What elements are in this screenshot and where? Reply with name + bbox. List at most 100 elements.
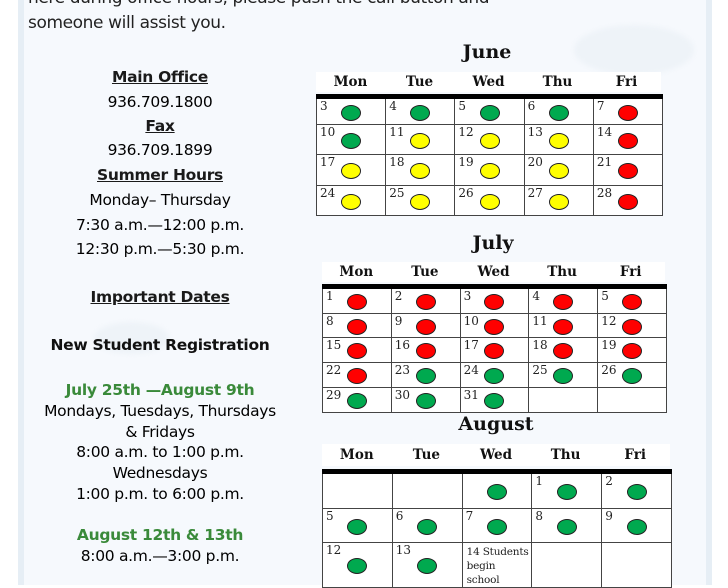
calendar-day-cell: 18 bbox=[386, 155, 456, 185]
day-number: 19 bbox=[601, 338, 617, 352]
day-number: 12 bbox=[458, 125, 474, 139]
status-green-dot-icon bbox=[417, 518, 438, 535]
day-number: 29 bbox=[326, 388, 342, 402]
calendar-day-cell: 5 bbox=[455, 99, 525, 124]
day-number: 19 bbox=[458, 155, 474, 169]
weekday-label: Fri bbox=[624, 447, 646, 463]
calendar-day-cell: 6 bbox=[525, 99, 594, 124]
status-red-dot-icon bbox=[346, 367, 367, 384]
day-number: 24 bbox=[320, 186, 336, 200]
main-office-heading: Main Office bbox=[111, 68, 208, 86]
status-yellow-dot-icon bbox=[341, 162, 362, 179]
status-green-dot-icon bbox=[415, 367, 436, 384]
day-number: 26 bbox=[458, 186, 474, 200]
weekday-label: Fri bbox=[615, 74, 638, 90]
status-green-dot-icon bbox=[556, 518, 577, 535]
status-red-dot-icon bbox=[346, 318, 367, 335]
calendar-day-cell: 24 bbox=[317, 186, 387, 215]
day-number: 31 bbox=[463, 388, 479, 402]
calendar-day-cell: 13 bbox=[393, 543, 463, 587]
calendar-day-cell: 21 bbox=[594, 155, 664, 185]
status-green-dot-icon bbox=[341, 104, 362, 121]
day-number: 7 bbox=[596, 99, 605, 113]
calendar-day-cell: 4 bbox=[529, 289, 599, 313]
registration-period1-days: Mondays, Tuesdays, Thursdays bbox=[44, 402, 276, 420]
calendar-week-row: 24 25 26 27 28 bbox=[317, 185, 664, 215]
weekday-label: Wed bbox=[479, 447, 513, 463]
calendar-grid: 1 2 3 4 5 8 9 10 11 12 15 16 17 18 19 22 23 24 25 26 29 30 31 bbox=[322, 289, 667, 413]
calendar-week-row: 17 18 19 20 21 bbox=[317, 154, 664, 185]
status-green-dot-icon bbox=[347, 557, 368, 574]
status-yellow-dot-icon bbox=[410, 132, 431, 149]
calendar-week-row: 10 11 12 13 14 bbox=[317, 124, 664, 154]
day-number: 11 bbox=[532, 314, 548, 328]
calendar-day-cell: 12 bbox=[323, 543, 393, 587]
calendar-day-cell: 23 bbox=[392, 363, 461, 387]
calendar-day-cell: 10 bbox=[317, 125, 387, 154]
calendar-grid: 3 4 5 6 7 10 11 12 13 14 17 18 19 20 21 24 25 26 27 28 bbox=[316, 99, 664, 216]
status-red-dot-icon bbox=[346, 342, 367, 359]
calendar-june-title: June bbox=[462, 41, 512, 63]
calendar-day-cell: 20 bbox=[525, 155, 594, 185]
calendar-week-row: 8 9 10 11 12 bbox=[323, 313, 667, 337]
calendar-day-cell: 9 bbox=[602, 509, 672, 542]
summer-days: Monday– Thursday bbox=[89, 191, 231, 209]
status-yellow-dot-icon bbox=[479, 193, 500, 210]
status-green-dot-icon bbox=[548, 104, 569, 121]
day-number: 5 bbox=[601, 289, 609, 303]
summer-hours-morning: 7:30 a.m.—12:00 p.m. bbox=[75, 216, 245, 234]
calendar-day-cell: 24 bbox=[461, 363, 530, 387]
calendar-day-cell: 12 bbox=[598, 314, 667, 337]
day-number: 2 bbox=[394, 289, 403, 303]
day-number: 30 bbox=[394, 388, 411, 402]
intro-text-line2: someone will assist you. bbox=[28, 13, 226, 33]
status-red-dot-icon bbox=[622, 293, 643, 310]
status-red-dot-icon bbox=[617, 193, 638, 210]
day-number: 4 bbox=[532, 289, 541, 303]
day-number: 23 bbox=[394, 363, 411, 377]
day-number: 1 bbox=[326, 289, 334, 303]
day-number: 3 bbox=[463, 289, 472, 303]
status-green-dot-icon bbox=[484, 367, 505, 384]
calendar-day-cell bbox=[598, 388, 667, 412]
status-yellow-dot-icon bbox=[548, 132, 569, 149]
registration-period1-dates: July 25th —August 9th bbox=[65, 381, 255, 399]
calendar-day-cell: 10 bbox=[461, 314, 530, 337]
status-red-dot-icon bbox=[484, 318, 505, 335]
calendar-day-cell bbox=[602, 543, 672, 587]
calendar-week-row: 5 6 7 8 9 bbox=[323, 508, 672, 542]
calendar-day-cell: 14 Students begin school bbox=[463, 543, 533, 587]
status-red-dot-icon bbox=[415, 318, 436, 335]
status-yellow-dot-icon bbox=[410, 193, 431, 210]
calendar-day-cell: 27 bbox=[525, 186, 594, 215]
day-number: 8 bbox=[535, 509, 544, 523]
day-number: 11 bbox=[389, 125, 405, 139]
status-green-dot-icon bbox=[341, 132, 362, 149]
status-green-dot-icon bbox=[410, 104, 431, 121]
calendar-day-cell: 6 bbox=[393, 509, 463, 542]
weekday-label: Wed bbox=[472, 74, 505, 90]
day-number: 25 bbox=[389, 186, 405, 200]
registration-period1-wednesday: Wednesdays bbox=[112, 464, 208, 482]
calendar-day-cell: 22 bbox=[323, 363, 392, 387]
calendar-day-cell: 28 bbox=[594, 186, 664, 215]
day-number: 28 bbox=[596, 186, 613, 200]
day-number: 12 bbox=[601, 314, 617, 328]
day-number: 1 bbox=[535, 474, 544, 488]
calendar-day-cell: 2 bbox=[602, 474, 672, 508]
calendar-day-cell: 26 bbox=[598, 363, 667, 387]
status-green-dot-icon bbox=[486, 518, 507, 535]
calendar-day-cell: 29 bbox=[323, 388, 392, 412]
calendar-day-cell: 18 bbox=[529, 338, 599, 362]
status-red-dot-icon bbox=[617, 104, 638, 121]
weekday-label: Mon bbox=[333, 74, 368, 90]
calendar-day-cell: 13 bbox=[525, 125, 594, 154]
status-yellow-dot-icon bbox=[341, 193, 362, 210]
weekday-label: Thu bbox=[542, 74, 573, 90]
status-yellow-dot-icon bbox=[410, 162, 431, 179]
status-red-dot-icon bbox=[484, 342, 505, 359]
day-number: 12 bbox=[326, 543, 342, 557]
summer-hours-afternoon: 12:30 p.m.—5:30 p.m. bbox=[75, 240, 245, 258]
day-number: 3 bbox=[320, 99, 328, 113]
day-number: 2 bbox=[605, 474, 613, 488]
